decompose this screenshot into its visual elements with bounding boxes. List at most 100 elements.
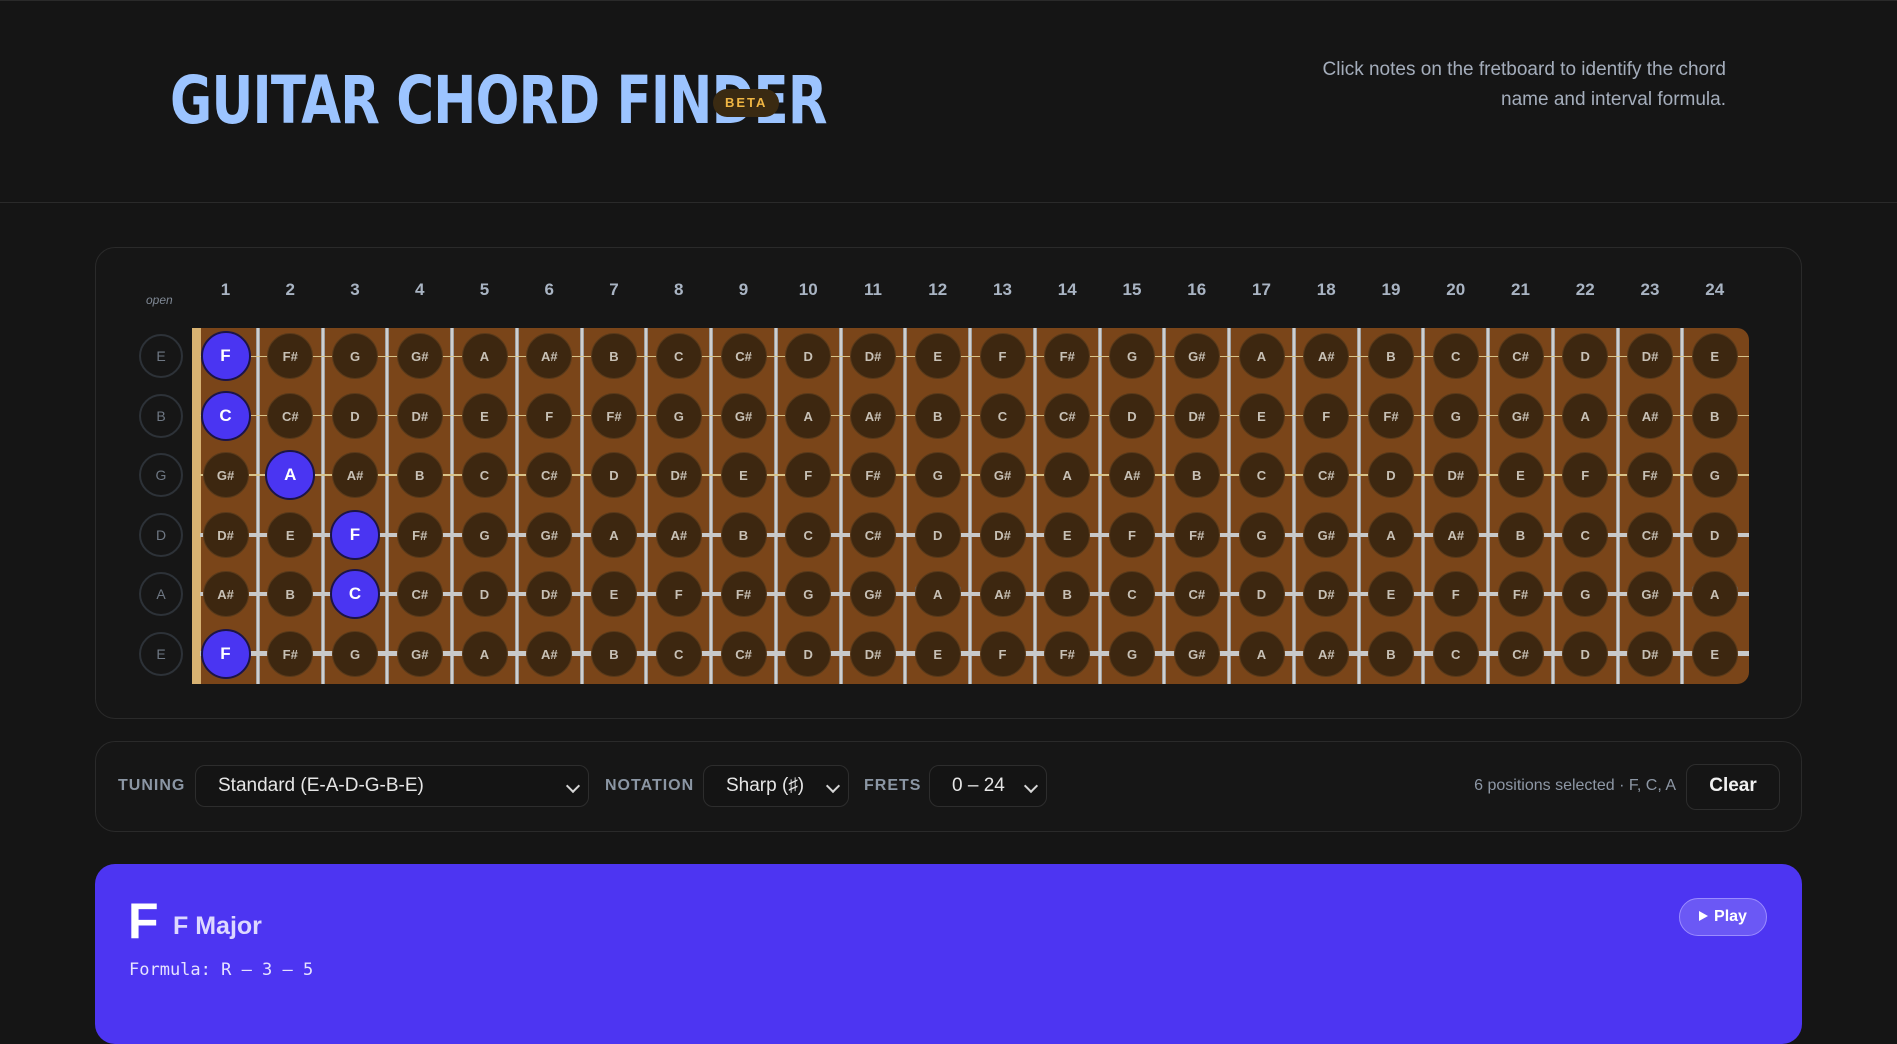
fret-note[interactable]: C <box>655 630 702 677</box>
selected-note[interactable]: F <box>200 628 251 679</box>
fret-note[interactable]: C# <box>1044 392 1091 439</box>
fret-note[interactable]: D# <box>850 333 896 379</box>
open-string-button[interactable]: E <box>139 334 183 378</box>
fret-note[interactable]: B <box>591 333 637 379</box>
fret-note[interactable]: C <box>1432 630 1479 677</box>
play-button[interactable]: Play <box>1679 898 1767 936</box>
fret-note[interactable]: A <box>1238 333 1285 379</box>
fret-note[interactable]: D# <box>1432 452 1479 498</box>
fret-note[interactable]: C# <box>1173 571 1220 617</box>
fret-note[interactable]: B <box>1497 511 1544 558</box>
fret-note[interactable]: A <box>1562 392 1609 439</box>
fret-note[interactable]: D <box>461 571 508 617</box>
fret-note[interactable]: G# <box>396 630 443 677</box>
fret-note[interactable]: C <box>979 392 1026 439</box>
fret-note[interactable]: B <box>914 392 961 439</box>
fret-note[interactable]: E <box>1238 392 1285 439</box>
fret-note[interactable]: D <box>591 452 637 498</box>
fret-note[interactable]: C <box>1562 511 1609 558</box>
fret-note[interactable]: E <box>914 333 961 379</box>
fret-note[interactable]: D# <box>1303 571 1350 617</box>
fret-note[interactable]: E <box>267 511 314 558</box>
notation-select[interactable]: Sharp (♯) <box>703 765 849 807</box>
fret-note[interactable]: F# <box>1044 333 1091 379</box>
selected-note[interactable]: C <box>200 390 251 441</box>
fret-note[interactable]: F <box>526 392 573 439</box>
fret-note[interactable]: B <box>720 511 767 558</box>
fret-note[interactable]: A# <box>1303 630 1350 677</box>
fret-note[interactable]: C# <box>1497 630 1544 677</box>
fret-note[interactable]: C# <box>1627 511 1673 558</box>
fret-note[interactable]: A# <box>1627 392 1673 439</box>
fret-note[interactable]: G# <box>202 452 249 498</box>
fret-note[interactable]: A <box>785 392 832 439</box>
fret-note[interactable]: G <box>1432 392 1479 439</box>
fret-note[interactable]: A# <box>1303 333 1350 379</box>
fret-note[interactable]: C <box>461 452 508 498</box>
fret-note[interactable]: G <box>1691 452 1738 498</box>
fret-note[interactable]: B <box>591 630 637 677</box>
fret-note[interactable]: G# <box>526 511 573 558</box>
fret-note[interactable]: A <box>914 571 961 617</box>
fret-note[interactable]: B <box>1368 333 1414 379</box>
fret-note[interactable]: F <box>785 452 832 498</box>
tuning-select[interactable]: Standard (E-A-D-G-B-E) <box>195 765 589 807</box>
open-string-button[interactable]: D <box>139 512 183 557</box>
fret-note[interactable]: G <box>1109 630 1155 677</box>
fret-note[interactable]: F <box>655 571 702 617</box>
fret-note[interactable]: F# <box>1173 511 1220 558</box>
frets-select[interactable]: 0 – 24 <box>929 765 1047 807</box>
fret-note[interactable]: A <box>591 511 637 558</box>
fret-note[interactable]: D <box>914 511 961 558</box>
fret-note[interactable]: A# <box>526 630 573 677</box>
fret-note[interactable]: C# <box>267 392 314 439</box>
fret-note[interactable]: G# <box>850 571 896 617</box>
fret-note[interactable]: B <box>1691 392 1738 439</box>
fret-note[interactable]: E <box>1691 333 1738 379</box>
fret-note[interactable]: A <box>1044 452 1091 498</box>
fret-note[interactable]: C <box>785 511 832 558</box>
fret-note[interactable]: D <box>785 630 832 677</box>
fret-note[interactable]: B <box>1368 630 1414 677</box>
open-string-button[interactable]: E <box>139 631 183 676</box>
fret-note[interactable]: A# <box>332 452 378 498</box>
fret-note[interactable]: F <box>1432 571 1479 617</box>
fret-note[interactable]: G <box>1562 571 1609 617</box>
fret-note[interactable]: G# <box>1173 630 1220 677</box>
fret-note[interactable]: E <box>914 630 961 677</box>
fret-note[interactable]: F# <box>396 511 443 558</box>
fret-note[interactable]: D# <box>1627 630 1673 677</box>
fret-note[interactable]: G <box>914 452 961 498</box>
fret-note[interactable]: G <box>461 511 508 558</box>
fret-note[interactable]: A <box>1238 630 1285 677</box>
fret-note[interactable]: C# <box>1303 452 1350 498</box>
fret-note[interactable]: F# <box>1368 392 1414 439</box>
fret-note[interactable]: F# <box>720 571 767 617</box>
selected-note[interactable]: C <box>330 569 380 619</box>
fret-note[interactable]: G <box>1109 333 1155 379</box>
fret-note[interactable]: E <box>1691 630 1738 677</box>
fret-note[interactable]: E <box>461 392 508 439</box>
fret-note[interactable]: F <box>979 333 1026 379</box>
fret-note[interactable]: F <box>979 630 1026 677</box>
fret-note[interactable]: G# <box>1497 392 1544 439</box>
fret-note[interactable]: C <box>1109 571 1155 617</box>
fret-note[interactable]: D <box>1691 511 1738 558</box>
fret-note[interactable]: G# <box>720 392 767 439</box>
fret-note[interactable]: A# <box>202 571 249 617</box>
fret-note[interactable]: D# <box>1627 333 1673 379</box>
fret-note[interactable]: F# <box>267 630 314 677</box>
selected-note[interactable]: A <box>265 450 316 500</box>
fret-note[interactable]: C# <box>720 630 767 677</box>
fret-note[interactable]: G <box>1238 511 1285 558</box>
fret-note[interactable]: D# <box>979 511 1026 558</box>
fret-note[interactable]: F# <box>591 392 637 439</box>
fret-note[interactable]: D# <box>850 630 896 677</box>
fret-note[interactable]: E <box>591 571 637 617</box>
fret-note[interactable]: C# <box>526 452 573 498</box>
fret-note[interactable]: E <box>1497 452 1544 498</box>
fret-note[interactable]: C# <box>396 571 443 617</box>
fret-note[interactable]: F# <box>1044 630 1091 677</box>
fret-note[interactable]: A# <box>1109 452 1155 498</box>
fret-note[interactable]: G# <box>396 333 443 379</box>
